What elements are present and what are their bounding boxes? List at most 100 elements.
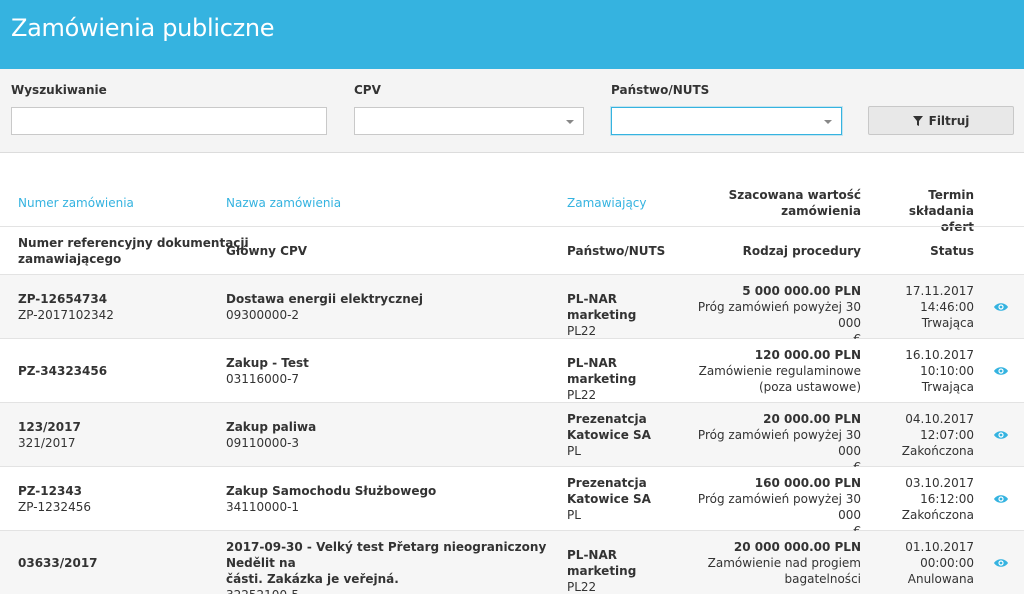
- order-number: 123/2017: [18, 420, 81, 434]
- deadline-cell: 17.11.2017 14:46:00 Trwająca: [866, 283, 974, 331]
- contracting-authority: Prezenatcja: [567, 476, 647, 490]
- status-text: Zakończona: [901, 508, 974, 522]
- order-name-cell: Zakup Samochodu Służbowego 34110000-1: [226, 483, 556, 515]
- deadline-cell: 03.10.2017 16:12:00 Zakończona: [866, 475, 974, 523]
- col-header-value: Szacowana wartość zamówienia: [700, 187, 861, 219]
- order-name-cell: Dostawa energii elektrycznej 09300000-2: [226, 291, 556, 323]
- table-row[interactable]: ZP-12654734 ZP-2017102342 Dostawa energii …: [0, 275, 1024, 346]
- header-divider: [0, 226, 1024, 227]
- deadline-time: 12:07:00: [920, 428, 974, 442]
- table-row[interactable]: 03633/2017 2017-09-30 - Velký test Přetar…: [0, 531, 1024, 594]
- col-header-value-line1: Szacowana wartość: [728, 188, 861, 202]
- eye-icon[interactable]: [994, 558, 1008, 568]
- contracting-authority: Katowice SA: [567, 428, 651, 442]
- eye-icon[interactable]: [994, 494, 1008, 504]
- order-name-cell: Zakup paliwa 09110000-3: [226, 419, 556, 451]
- procedure-type: Próg zamówień powyżej 30 000: [697, 428, 861, 458]
- order-name-cell: Zakup - Test 03116000-7: [226, 355, 556, 387]
- value-cell: 160 000.00 PLN Próg zamówień powyżej 30 0…: [680, 475, 861, 539]
- col-header-status: Status: [930, 244, 974, 258]
- nuts-code: PL22: [567, 324, 597, 338]
- col-header-deadline-line1: Termin składania: [908, 188, 974, 218]
- order-name-cell: 2017-09-30 - Velký test Přetarg nieogran…: [226, 539, 556, 594]
- procedure-type: Zamówienie regulaminowe: [698, 364, 861, 378]
- order-number: 03633/2017: [18, 556, 98, 570]
- eye-icon[interactable]: [994, 366, 1008, 376]
- status-text: Zakończona: [901, 444, 974, 458]
- order-number-cell: 03633/2017: [18, 555, 218, 571]
- eye-icon[interactable]: [994, 430, 1008, 440]
- procedure-type: Zamówienie nad progiem: [707, 556, 861, 570]
- cpv-code: 09110000-3: [226, 436, 300, 450]
- filter-button-label: Filtruj: [928, 113, 970, 128]
- deadline-time: 14:46:00: [920, 300, 974, 314]
- contracting-cell: PL-NAR marketing PL22: [567, 547, 687, 594]
- contracting-authority: Prezenatcja: [567, 412, 647, 426]
- deadline-date: 01.10.2017: [905, 540, 974, 554]
- estimated-value: 20 000.00 PLN: [763, 412, 861, 426]
- col-header-contracting[interactable]: Zamawiający: [567, 195, 647, 211]
- col-header-procedure: Rodzaj procedury: [742, 244, 861, 258]
- nuts-code: PL22: [567, 388, 597, 402]
- estimated-value: 160 000.00 PLN: [754, 476, 861, 490]
- deadline-time: 00:00:00: [920, 556, 974, 570]
- order-number: PZ-34323456: [18, 364, 108, 378]
- table-row[interactable]: PZ-12343 ZP-1232456 Zakup Samochodu Służbo…: [0, 467, 1024, 538]
- page-title: Zamówienia publiczne: [11, 14, 275, 42]
- order-name: Zakup - Test: [226, 356, 309, 370]
- col-header-ref-line1: Numer referencyjny dokumentacji: [18, 236, 249, 250]
- filter-button[interactable]: Filtruj: [868, 106, 1014, 135]
- contracting-cell: Prezenatcja Katowice SA PL: [567, 411, 687, 459]
- col-header-cpv: Główny CPV: [226, 244, 308, 258]
- order-number-cell: PZ-34323456: [18, 363, 218, 379]
- contracting-authority: Katowice SA: [567, 492, 651, 506]
- filter-bar: Wyszukiwanie CPV Państwo/NUTS Filtruj: [0, 69, 1024, 153]
- value-cell: 5 000 000.00 PLN Próg zamówień powyżej 30…: [680, 283, 861, 347]
- col-header-deadline: Termin składania ofert: [866, 187, 974, 235]
- deadline-date: 17.11.2017: [905, 284, 974, 298]
- reference-number: ZP-1232456: [18, 500, 91, 514]
- cpv-select[interactable]: [354, 107, 584, 135]
- table-row[interactable]: 123/2017 321/2017 Zakup paliwa 09110000-3 Pr…: [0, 403, 1024, 474]
- value-cell: 120 000.00 PLN Zamówienie regulaminowe (po…: [680, 347, 861, 395]
- search-input[interactable]: [11, 107, 327, 135]
- estimated-value: 5 000 000.00 PLN: [742, 284, 861, 298]
- cpv-code: 03116000-7: [226, 372, 300, 386]
- cpv-code: 09300000-2: [226, 308, 300, 322]
- col-header-value-line2: zamówienia: [781, 204, 861, 218]
- nuts-label: Państwo/NUTS: [611, 83, 710, 97]
- reference-number: 321/2017: [18, 436, 76, 450]
- contracting-cell: PL-NAR marketing PL22: [567, 355, 687, 403]
- order-number: ZP-12654734: [18, 292, 108, 306]
- app-header: Zamówienia publiczne: [0, 0, 1024, 69]
- deadline-date: 03.10.2017: [905, 476, 974, 490]
- status-text: Trwająca: [921, 316, 974, 330]
- procedure-type: Próg zamówień powyżej 30 000: [697, 492, 861, 522]
- nuts-select[interactable]: [611, 107, 842, 135]
- chevron-down-icon: [824, 120, 832, 124]
- eye-icon[interactable]: [994, 302, 1008, 312]
- nuts-code: PL: [567, 444, 581, 458]
- table-row[interactable]: PZ-34323456 Zakup - Test 03116000-7 PL-NAR …: [0, 339, 1024, 403]
- order-name: Zakup Samochodu Służbowego: [226, 484, 437, 498]
- col-header-name[interactable]: Nazwa zamówienia: [226, 195, 341, 211]
- order-number: PZ-12343: [18, 484, 83, 498]
- estimated-value: 120 000.00 PLN: [754, 348, 861, 362]
- estimated-value: 20 000 000.00 PLN: [733, 540, 861, 554]
- cpv-code: 34110000-1: [226, 500, 300, 514]
- deadline-cell: 04.10.2017 12:07:00 Zakończona: [866, 411, 974, 459]
- deadline-cell: 01.10.2017 00:00:00 Anulowana: [866, 539, 974, 587]
- contracting-authority: PL-NAR marketing: [567, 356, 637, 386]
- deadline-date: 04.10.2017: [905, 412, 974, 426]
- order-name: části. Zakázka je veřejná.: [226, 572, 399, 586]
- procedure-type: bagatelności: [784, 572, 862, 586]
- contracting-authority: PL-NAR marketing: [567, 548, 637, 578]
- col-header-number[interactable]: Numer zamówienia: [18, 195, 134, 211]
- col-header-deadline-line2: ofert: [940, 220, 974, 234]
- order-name: Zakup paliwa: [226, 420, 317, 434]
- order-number-cell: PZ-12343 ZP-1232456: [18, 483, 218, 515]
- col-header-nuts: Państwo/NUTS: [567, 244, 666, 258]
- cpv-label: CPV: [354, 83, 381, 97]
- filter-icon: [912, 115, 923, 126]
- status-text: Trwająca: [921, 380, 974, 394]
